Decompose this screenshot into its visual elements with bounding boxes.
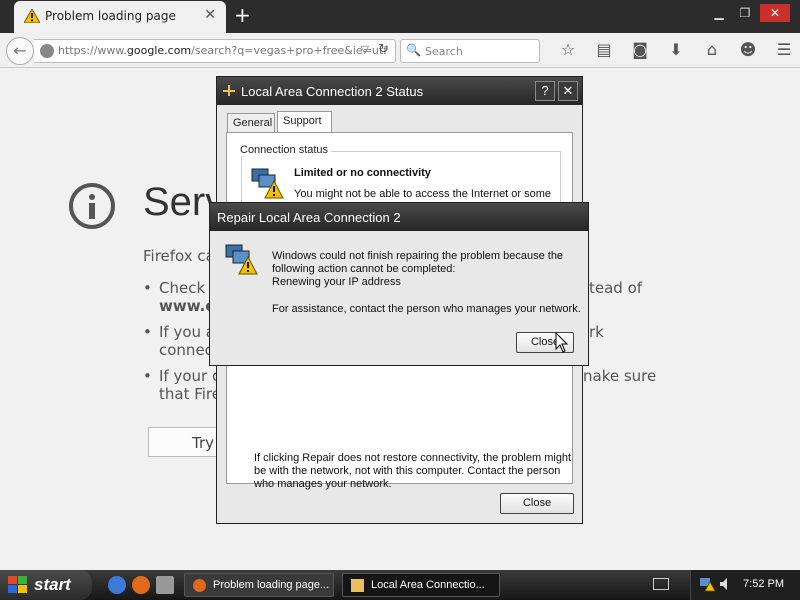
new-tab-button[interactable]: +: [234, 3, 251, 27]
hello-icon[interactable]: ☻: [730, 40, 766, 60]
tab-title: Problem loading page: [45, 9, 176, 23]
download-icon[interactable]: ⬇: [658, 40, 694, 60]
taskbar-button-connection[interactable]: Local Area Connectio...: [342, 573, 500, 597]
info-icon: [69, 183, 115, 229]
task-label: Local Area Connectio...: [371, 579, 485, 591]
url-domain: google.com: [126, 44, 192, 57]
menu-icon[interactable]: ☰: [766, 40, 800, 60]
network-icon: [351, 579, 364, 592]
start-label: start: [34, 575, 71, 594]
suggestion-line1: If you a: [159, 323, 215, 341]
assistance-text: For assistance, contact the person who m…: [272, 303, 581, 315]
reload-icon[interactable]: ↻: [378, 42, 389, 57]
globe-icon: [40, 44, 54, 58]
quick-launch: [108, 576, 174, 594]
minimize-icon[interactable]: ▁: [708, 4, 730, 22]
suggestion-tail: rk: [589, 323, 604, 341]
status-close-button[interactable]: Close: [500, 493, 574, 514]
message-line: Renewing your IP address: [272, 276, 401, 288]
connection-heading: Limited or no connectivity: [294, 167, 431, 179]
suggestion-tail: nake sure: [583, 367, 657, 385]
warning-icon: [24, 9, 40, 23]
start-button[interactable]: start: [0, 570, 92, 600]
dialog-title: Repair Local Area Connection 2: [217, 210, 401, 225]
network-warning-tray-icon[interactable]: [699, 576, 715, 592]
tab-support[interactable]: Support: [277, 111, 332, 133]
url-prefix: https://www.: [58, 44, 127, 57]
window-close-icon[interactable]: ✕: [760, 4, 790, 22]
dialog-close-button[interactable]: ✕: [558, 81, 578, 101]
dialog-titlebar[interactable]: Repair Local Area Connection 2: [210, 203, 588, 231]
clock: 7:52 PM: [743, 578, 784, 590]
search-placeholder: Search: [425, 45, 463, 58]
network-icon: [223, 85, 235, 96]
tab-general[interactable]: General: [227, 113, 275, 133]
dialog-title: Local Area Connection 2 Status: [241, 84, 424, 99]
url-path: /search?q=vegas+pro+free&ie=utf: [191, 44, 388, 57]
browser-tab[interactable]: Problem loading page ✕: [14, 1, 226, 33]
task-label: Problem loading page...: [213, 579, 330, 591]
back-button[interactable]: ←: [6, 37, 34, 65]
toolbar-icons: ☆ ▤ ◙ ⬇ ⌂ ☻ ☰: [550, 40, 800, 60]
repair-note: If clicking Repair does not restore conn…: [254, 452, 572, 490]
url-text[interactable]: https://www.google.com/search?q=vegas+pr…: [58, 44, 387, 57]
star-icon[interactable]: ☆: [550, 40, 586, 60]
suggestion-tail: tead of: [589, 279, 643, 297]
error-lead-text: Firefox ca: [143, 247, 215, 265]
connection-text: You might not be able to access the Inte…: [294, 188, 552, 200]
suggestion-line1: Check t: [159, 279, 216, 297]
network-warning-icon: [251, 168, 284, 199]
speaker-icon[interactable]: [719, 577, 733, 591]
message-line: following action cannot be completed:: [272, 263, 456, 275]
restore-icon[interactable]: ❐: [734, 4, 756, 22]
system-tray: 7:52 PM: [690, 570, 800, 600]
bullet-dot: •: [143, 323, 152, 341]
mouse-cursor-icon: [555, 332, 569, 353]
navigation-toolbar: https://www.google.com/search?q=vegas+pr…: [0, 33, 800, 68]
search-icon: 🔍: [406, 43, 421, 57]
url-dropdown-icon[interactable]: ▽: [361, 43, 369, 56]
keyboard-icon[interactable]: [653, 578, 669, 590]
help-button[interactable]: ?: [535, 81, 555, 101]
bullet-dot: •: [143, 279, 152, 297]
tab-close-icon[interactable]: ✕: [204, 7, 216, 23]
bullet-dot: •: [143, 367, 152, 385]
repair-dialog: Repair Local Area Connection 2 Windows c…: [209, 202, 589, 366]
pocket-icon[interactable]: ◙: [622, 40, 658, 60]
search-input[interactable]: 🔍 Search: [400, 39, 540, 63]
repair-message: Windows could not finish repairing the p…: [272, 250, 582, 289]
home-icon[interactable]: ⌂: [694, 40, 730, 60]
media-icon[interactable]: [156, 576, 174, 594]
window-controls: ▁ ❐ ✕: [708, 4, 790, 22]
taskbar-button-firefox[interactable]: Problem loading page...: [184, 573, 334, 597]
taskbar: start Problem loading page... Local Area…: [0, 570, 800, 600]
dialog-titlebar[interactable]: Local Area Connection 2 Status ? ✕: [217, 77, 582, 105]
message-line: Windows could not finish repairing the p…: [272, 250, 564, 262]
group-label: Connection status: [237, 144, 332, 156]
windows-logo-icon: [8, 576, 27, 593]
firefox-icon[interactable]: [132, 576, 150, 594]
network-warning-icon: [225, 244, 258, 275]
tab-strip: Problem loading page ✕ + ▁ ❐ ✕: [0, 0, 800, 33]
url-bar[interactable]: https://www.google.com/search?q=vegas+pr…: [34, 39, 396, 63]
ie-icon[interactable]: [108, 576, 126, 594]
suggestion-line1: If your c: [159, 367, 221, 385]
suggestion-line2: www.e: [159, 297, 216, 315]
firefox-icon: [193, 579, 206, 592]
reading-list-icon[interactable]: ▤: [586, 40, 622, 60]
